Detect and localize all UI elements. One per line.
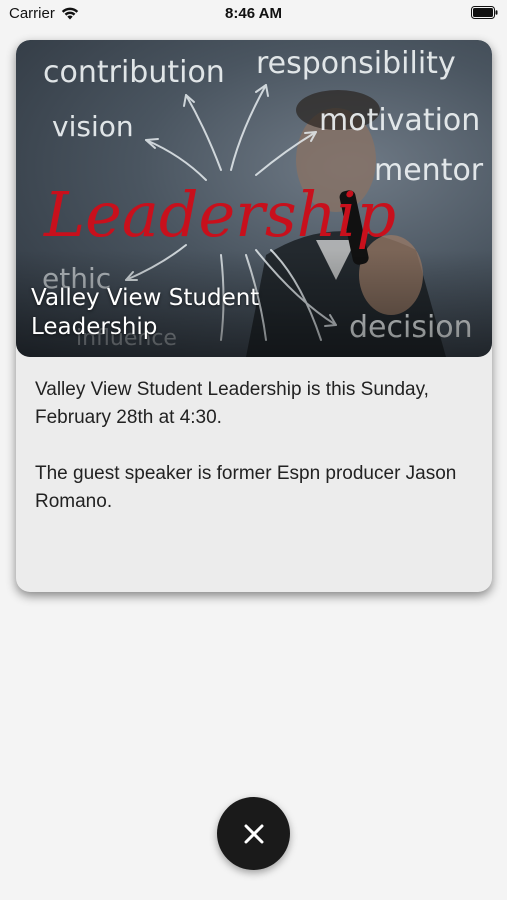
word-motivation: motivation bbox=[319, 103, 480, 138]
close-button[interactable] bbox=[217, 797, 290, 870]
screen: Carrier 8:46 AM contribution responsibil… bbox=[0, 0, 507, 900]
hero-image: contribution responsibility vision motiv… bbox=[16, 40, 492, 357]
word-contribution: contribution bbox=[43, 55, 225, 90]
card-body: Valley View Student Leadership is this S… bbox=[35, 376, 475, 544]
close-icon bbox=[244, 824, 263, 843]
announcement-card: contribution responsibility vision motiv… bbox=[16, 40, 492, 592]
status-time: 8:46 AM bbox=[225, 5, 282, 22]
word-vision: vision bbox=[52, 110, 134, 143]
status-bar: Carrier 8:46 AM bbox=[0, 0, 507, 28]
battery-icon bbox=[471, 6, 498, 19]
card-paragraph-2: The guest speaker is former Espn produce… bbox=[35, 463, 457, 512]
word-responsibility: responsibility bbox=[256, 46, 456, 81]
card-title: Valley View Student Leadership bbox=[31, 285, 260, 340]
card-paragraph-1: Valley View Student Leadership is this S… bbox=[35, 379, 429, 428]
word-leadership: Leadership bbox=[43, 178, 396, 251]
